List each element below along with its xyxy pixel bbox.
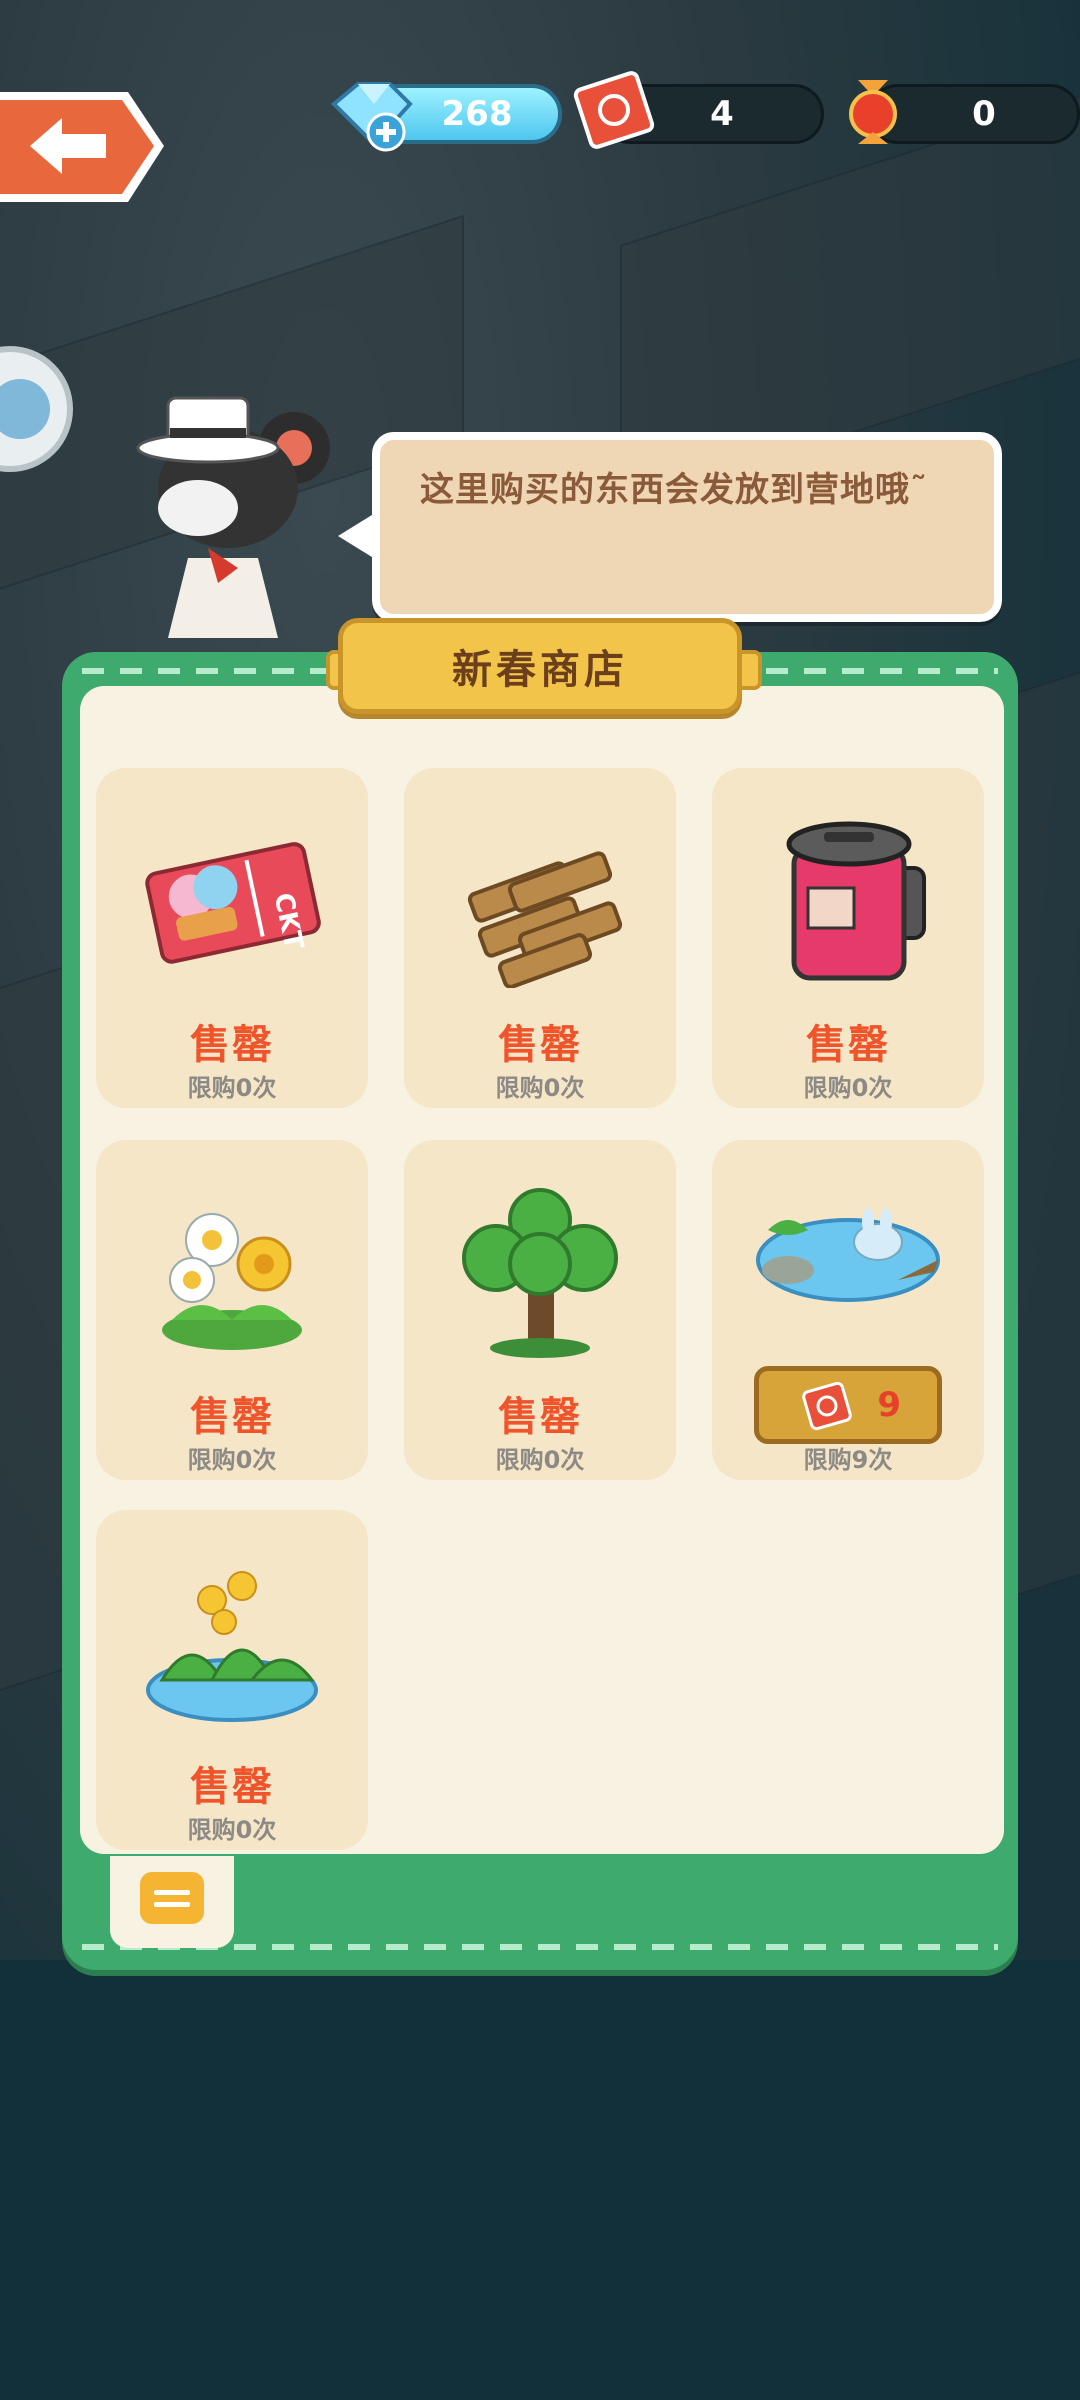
shop-title: 新春商店 xyxy=(452,647,628,693)
item-status: 售罄 xyxy=(190,1764,274,1810)
ticket-value: 4 xyxy=(710,94,734,134)
item-status: 售罄 xyxy=(498,1022,582,1068)
diamond-value: 268 xyxy=(441,94,513,134)
yellow-flower-pond-icon xyxy=(146,1571,318,1722)
speech-text: 这里购买的东西会发放到营地哦˜ xyxy=(420,470,928,510)
menu-tab[interactable] xyxy=(110,1856,234,1948)
jar-icon xyxy=(786,821,926,981)
mouse-character xyxy=(136,396,330,638)
red-ticket-icon xyxy=(802,1381,852,1431)
item-limit: 限购0次 xyxy=(495,1446,585,1474)
shop-item-card[interactable]: 售罄 限购0次 xyxy=(96,1510,368,1850)
water-area xyxy=(0,1960,1080,2400)
shop-item-card[interactable]: 售罄 限购0次 xyxy=(404,768,676,1108)
back-button[interactable] xyxy=(0,88,168,206)
shop-title-plate: 新春商店 xyxy=(338,618,742,714)
pond-icon xyxy=(756,1208,940,1302)
item-limit: 限购0次 xyxy=(495,1074,585,1102)
menu-icon xyxy=(140,1872,204,1924)
wood-logs-icon xyxy=(467,851,623,988)
shop-item-card[interactable]: 售罄 限购0次 xyxy=(96,1140,368,1480)
buy-price-button[interactable]: 9 xyxy=(754,1366,942,1444)
item-limit: 限购9次 xyxy=(803,1446,893,1474)
speech-bubble: 这里购买的东西会发放到营地哦˜ xyxy=(372,432,1002,622)
item-status: 售罄 xyxy=(498,1394,582,1440)
item-status: 售罄 xyxy=(190,1394,274,1440)
plus-icon[interactable] xyxy=(366,112,406,152)
item-limit: 限购0次 xyxy=(187,1074,277,1102)
shop-item-card[interactable]: CKT 售罄 限购0次 xyxy=(96,768,368,1108)
item-status: 售罄 xyxy=(806,1022,890,1068)
shop-item-card[interactable]: 9 限购9次 xyxy=(712,1140,984,1480)
shop-item-card[interactable]: 售罄 限购0次 xyxy=(404,1140,676,1480)
weather-icon[interactable] xyxy=(0,334,76,484)
item-limit: 限购0次 xyxy=(187,1816,277,1844)
price-value: 9 xyxy=(877,1385,901,1425)
ticket-item-icon: CKT xyxy=(145,842,321,964)
red-ticket-icon xyxy=(573,71,655,149)
item-limit: 限购0次 xyxy=(187,1446,277,1474)
item-limit: 限购0次 xyxy=(803,1074,893,1102)
daisy-flowers-icon xyxy=(162,1213,302,1350)
candy-icon xyxy=(849,80,897,144)
candy-value: 0 xyxy=(972,94,996,134)
shop-item-card[interactable]: 售罄 限购0次 xyxy=(712,768,984,1108)
tree-icon xyxy=(462,1188,618,1358)
item-status: 售罄 xyxy=(190,1022,274,1068)
